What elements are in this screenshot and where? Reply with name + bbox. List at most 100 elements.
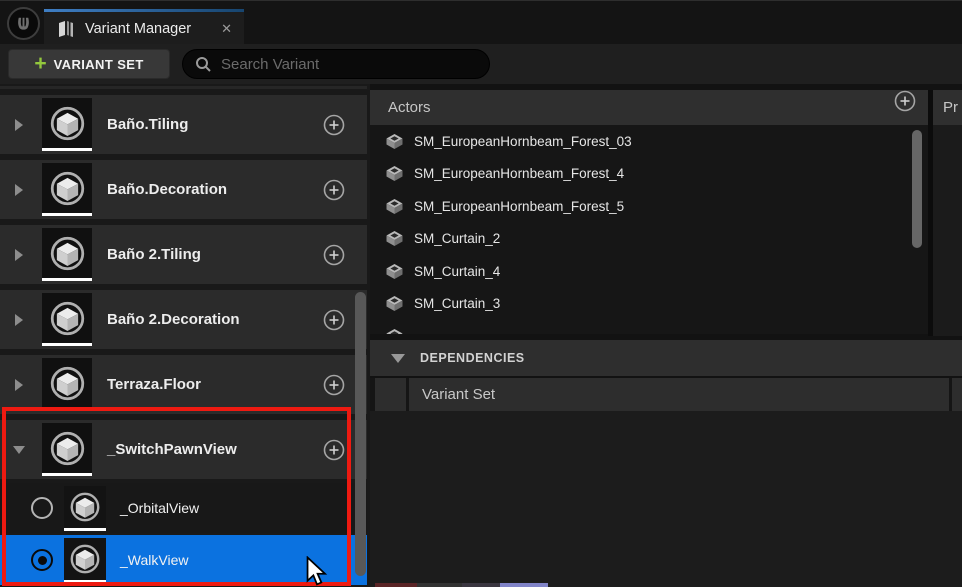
variant-manager-icon <box>56 19 76 39</box>
dependencies-table-body <box>370 411 962 587</box>
add-variant-button[interactable] <box>323 179 345 201</box>
variant-set-row[interactable]: Baño.Decoration <box>0 160 367 219</box>
background-window-sliver <box>462 583 500 587</box>
actor-name: SM_Curtain_3 <box>414 296 500 311</box>
actor-row-partial[interactable] <box>370 320 928 334</box>
variant-list-scrollbar[interactable] <box>355 292 366 576</box>
static-mesh-icon <box>385 328 404 334</box>
actor-row[interactable]: SM_EuropeanHornbeam_Forest_4 <box>370 158 928 191</box>
background-window-sliver <box>375 583 417 587</box>
dependencies-title: DEPENDENCIES <box>420 351 525 365</box>
variant-set-row-switchpawnview[interactable]: _SwitchPawnView <box>0 420 367 479</box>
search-icon <box>195 56 212 73</box>
expand-arrow-icon[interactable] <box>0 314 38 326</box>
thumbnail-underline <box>42 213 92 216</box>
add-variant-button[interactable] <box>323 374 345 396</box>
variant-set-thumbnail <box>42 228 92 281</box>
dependencies-table-header: Variant Set V <box>370 378 962 411</box>
right-panels: Actors SM_EuropeanHornbeam_Forest_03 <box>370 84 962 587</box>
variant-row-walkview-selected[interactable]: _WalkView <box>0 535 367 585</box>
static-mesh-icon <box>385 133 404 150</box>
variant-set-row[interactable]: Baño 2.Decoration <box>0 290 367 349</box>
cube-icon <box>69 491 101 523</box>
add-variant-set-button[interactable]: + VARIANT SET <box>8 49 170 79</box>
expand-arrow-icon[interactable] <box>0 119 38 131</box>
variant-set-row[interactable]: Terraza.Floor <box>0 355 367 414</box>
variant-set-label: Baño 2.Tiling <box>107 246 201 263</box>
tab-close-icon[interactable]: ✕ <box>219 21 234 37</box>
variant-set-row[interactable]: Baño 2.Tiling <box>0 225 367 284</box>
add-variant-button[interactable] <box>323 114 345 136</box>
actor-row[interactable]: SM_EuropeanHornbeam_Forest_5 <box>370 190 928 223</box>
collapse-arrow-icon[interactable] <box>0 446 38 454</box>
actor-row[interactable]: SM_Curtain_3 <box>370 288 928 321</box>
ue-logo-glyph <box>14 14 33 33</box>
static-mesh-icon <box>385 230 404 247</box>
dependencies-section-header[interactable]: DEPENDENCIES <box>370 340 962 376</box>
cube-icon <box>49 170 86 207</box>
background-window-sliver <box>500 583 548 587</box>
cube-icon <box>49 235 86 272</box>
actor-name: SM_Curtain_2 <box>414 231 500 246</box>
variant-set-thumbnail <box>42 423 92 476</box>
variant-set-thumbnail <box>42 358 92 411</box>
variant-set-label: Baño 2.Decoration <box>107 311 240 328</box>
variant-set-thumbnail <box>42 163 92 216</box>
tab-title: Variant Manager <box>85 21 191 37</box>
background-window-sliver <box>417 583 462 587</box>
add-variant-button[interactable] <box>323 439 345 461</box>
variant-set-label: Terraza.Floor <box>107 376 201 393</box>
column-spacer <box>375 378 406 411</box>
thumbnail-underline <box>42 278 92 281</box>
clipped-row-sliver <box>0 86 367 89</box>
add-variant-button[interactable] <box>323 309 345 331</box>
title-bar: Variant Manager ✕ <box>0 0 962 44</box>
cube-icon <box>49 365 86 402</box>
variant-set-thumbnail <box>42 98 92 151</box>
search-variant-field[interactable] <box>182 49 490 79</box>
variant-label: _WalkView <box>120 552 188 568</box>
properties-panel-header: Pr <box>933 90 962 125</box>
column-header-label: Variant Set <box>422 386 495 403</box>
expand-arrow-icon[interactable] <box>0 379 38 391</box>
add-variant-button[interactable] <box>323 244 345 266</box>
radio-checked-icon[interactable] <box>31 549 53 571</box>
search-input[interactable] <box>221 56 451 73</box>
actor-row[interactable]: SM_Curtain_4 <box>370 255 928 288</box>
variant-manager-window: Variant Manager ✕ + VARIANT SET <box>0 0 962 587</box>
variant-row-orbitalview[interactable]: _OrbitalView <box>0 483 367 533</box>
add-variant-set-label: VARIANT SET <box>54 57 144 72</box>
expand-arrow-icon[interactable] <box>0 184 38 196</box>
actor-name: SM_EuropeanHornbeam_Forest_4 <box>414 166 624 181</box>
column-header-variant-partial[interactable]: V <box>952 378 962 411</box>
variant-set-list: Baño.Tiling Baño.Decoration <box>0 84 370 587</box>
thumbnail-underline <box>42 148 92 151</box>
cube-icon <box>69 543 101 575</box>
static-mesh-icon <box>385 263 404 280</box>
actor-name: SM_EuropeanHornbeam_Forest_03 <box>414 134 632 149</box>
tab-variant-manager[interactable]: Variant Manager ✕ <box>44 9 244 45</box>
actors-list: SM_EuropeanHornbeam_Forest_03 SM_Europea… <box>370 125 928 334</box>
thumbnail-underline <box>42 408 92 411</box>
thumbnail-underline <box>64 528 106 531</box>
expand-arrow-icon[interactable] <box>0 249 38 261</box>
radio-unchecked-icon[interactable] <box>31 497 53 519</box>
column-header-variant-set[interactable]: Variant Set <box>409 378 949 411</box>
plus-icon: + <box>34 53 46 74</box>
properties-title-partial: Pr <box>943 99 958 116</box>
variant-thumbnail <box>64 538 106 583</box>
static-mesh-icon <box>385 165 404 182</box>
variant-label: _OrbitalView <box>120 500 199 516</box>
actor-name: SM_Curtain_4 <box>414 264 500 279</box>
unreal-engine-logo-icon[interactable] <box>7 7 40 40</box>
variant-set-row[interactable]: Baño.Tiling <box>0 95 367 154</box>
actor-row[interactable]: SM_EuropeanHornbeam_Forest_03 <box>370 125 928 158</box>
collapse-arrow-icon <box>391 354 405 363</box>
cube-icon <box>49 300 86 337</box>
toolbar: + VARIANT SET <box>0 44 962 84</box>
actor-name: SM_EuropeanHornbeam_Forest_5 <box>414 199 624 214</box>
actor-row[interactable]: SM_Curtain_2 <box>370 223 928 256</box>
actors-panel-header: Actors <box>370 90 928 125</box>
actors-list-scrollbar[interactable] <box>912 130 922 248</box>
add-actor-button[interactable] <box>894 90 916 112</box>
